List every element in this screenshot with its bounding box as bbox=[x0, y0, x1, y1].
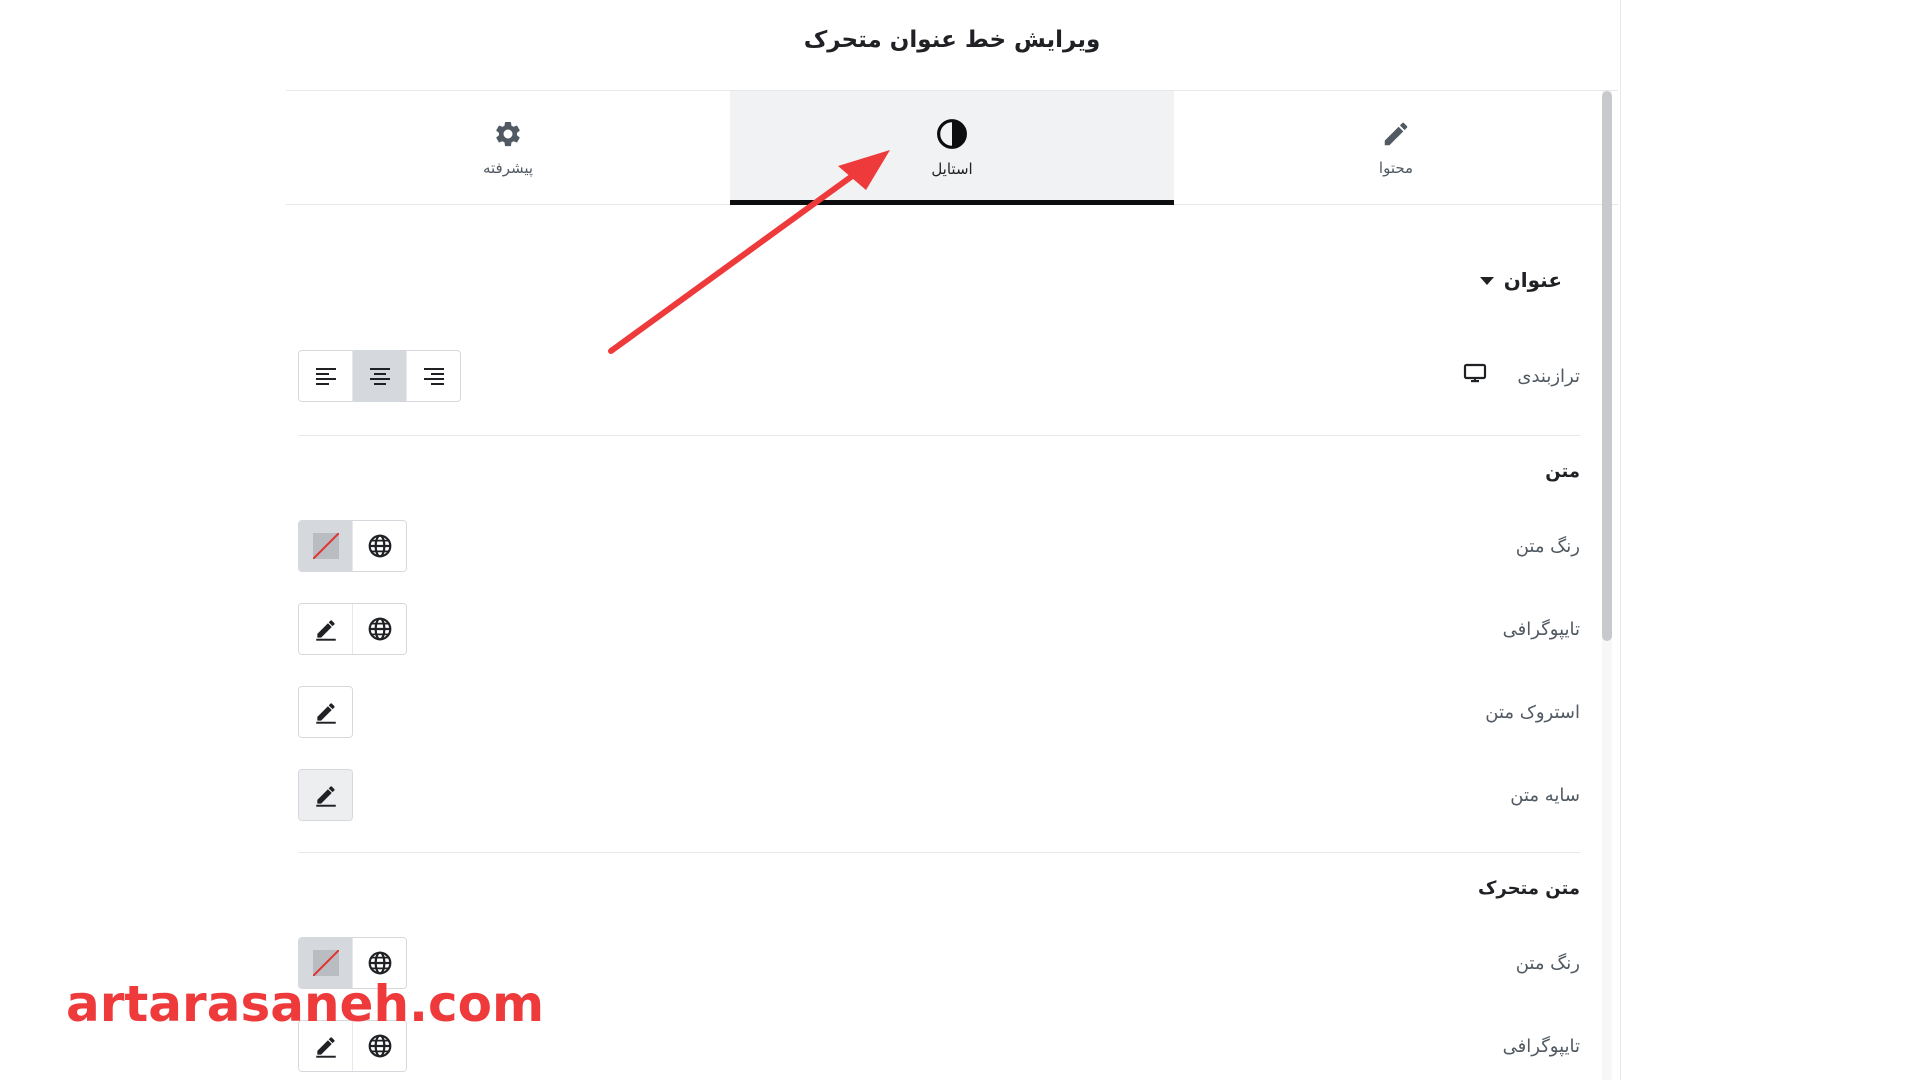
text-shadow-row: سایه متن bbox=[298, 769, 1580, 821]
section-header-title[interactable]: عنوان bbox=[1479, 268, 1562, 292]
align-center-icon bbox=[369, 367, 391, 385]
tab-advanced[interactable]: پیشرفته bbox=[286, 91, 730, 204]
text-group-title: متن bbox=[1545, 461, 1580, 482]
tab-style[interactable]: استایل bbox=[730, 91, 1174, 205]
empty-color-icon bbox=[312, 533, 339, 559]
editor-panel: ویرایش خط عنوان متحرک محتوا استایل پیشرف… bbox=[286, 0, 1618, 1080]
alignment-label: ترازبندی bbox=[1517, 365, 1580, 387]
divider bbox=[298, 435, 1580, 436]
panel-edge bbox=[1620, 0, 1621, 1080]
panel-header: ویرایش خط عنوان متحرک bbox=[286, 0, 1618, 91]
pencil-icon bbox=[1381, 119, 1411, 149]
panel-title: ویرایش خط عنوان متحرک bbox=[803, 27, 1101, 53]
align-left-icon bbox=[315, 367, 337, 385]
text-color-row: رنگ متن bbox=[298, 520, 1580, 572]
pencil-icon bbox=[313, 699, 339, 725]
pencil-icon bbox=[313, 616, 339, 642]
alignment-label-wrap: ترازبندی bbox=[1463, 363, 1580, 389]
scrollbar-thumb[interactable] bbox=[1602, 91, 1612, 641]
empty-color-icon bbox=[312, 950, 339, 976]
align-center-button[interactable] bbox=[353, 351, 407, 401]
text-color-control bbox=[298, 520, 407, 572]
animated-typography-label: تایپوگرافی bbox=[1502, 1035, 1580, 1057]
edit-typography-button[interactable] bbox=[299, 604, 353, 654]
divider bbox=[298, 852, 1580, 853]
tab-style-label: استایل bbox=[931, 159, 973, 178]
globe-icon bbox=[367, 950, 393, 976]
gear-icon bbox=[493, 119, 523, 149]
pencil-icon bbox=[313, 782, 339, 808]
tab-bar: محتوا استایل پیشرفته bbox=[286, 91, 1618, 205]
caret-down-icon bbox=[1479, 277, 1494, 285]
page: ویرایش خط عنوان متحرک محتوا استایل پیشرف… bbox=[0, 0, 1920, 1080]
section-title: عنوان bbox=[1503, 268, 1562, 292]
globe-icon bbox=[367, 616, 393, 642]
animated-text-color-label: رنگ متن bbox=[1515, 952, 1580, 974]
text-stroke-label: استروک متن bbox=[1485, 701, 1580, 723]
text-stroke-row: استروک متن bbox=[298, 686, 1580, 738]
align-left-button[interactable] bbox=[299, 351, 353, 401]
watermark-text: artarasaneh.com bbox=[66, 975, 545, 1033]
edit-text-shadow-button[interactable] bbox=[299, 770, 352, 820]
typography-row: تایپوگرافی bbox=[298, 603, 1580, 655]
alignment-row: ترازبندی bbox=[298, 350, 1580, 402]
alignment-control bbox=[298, 350, 461, 402]
global-typography-button[interactable] bbox=[353, 604, 406, 654]
text-shadow-control bbox=[298, 769, 353, 821]
tab-content-label: محتوا bbox=[1378, 158, 1414, 177]
typography-control bbox=[298, 603, 407, 655]
globe-icon bbox=[367, 533, 393, 559]
edit-text-stroke-button[interactable] bbox=[299, 687, 352, 737]
animated-text-group-title: متن متحرک bbox=[1477, 878, 1580, 899]
typography-label: تایپوگرافی bbox=[1502, 618, 1580, 640]
pencil-icon bbox=[313, 1033, 339, 1059]
contrast-icon bbox=[936, 118, 968, 150]
text-stroke-control bbox=[298, 686, 353, 738]
desktop-icon[interactable] bbox=[1463, 363, 1487, 389]
align-right-icon bbox=[423, 367, 445, 385]
align-right-button[interactable] bbox=[407, 351, 460, 401]
tab-content[interactable]: محتوا bbox=[1174, 91, 1618, 204]
text-color-label: رنگ متن bbox=[1515, 535, 1580, 557]
text-shadow-label: سایه متن bbox=[1510, 784, 1580, 806]
globe-icon bbox=[367, 1033, 393, 1059]
text-color-swatch[interactable] bbox=[299, 521, 353, 571]
tab-advanced-label: پیشرفته bbox=[482, 158, 534, 177]
global-colors-button[interactable] bbox=[353, 521, 406, 571]
